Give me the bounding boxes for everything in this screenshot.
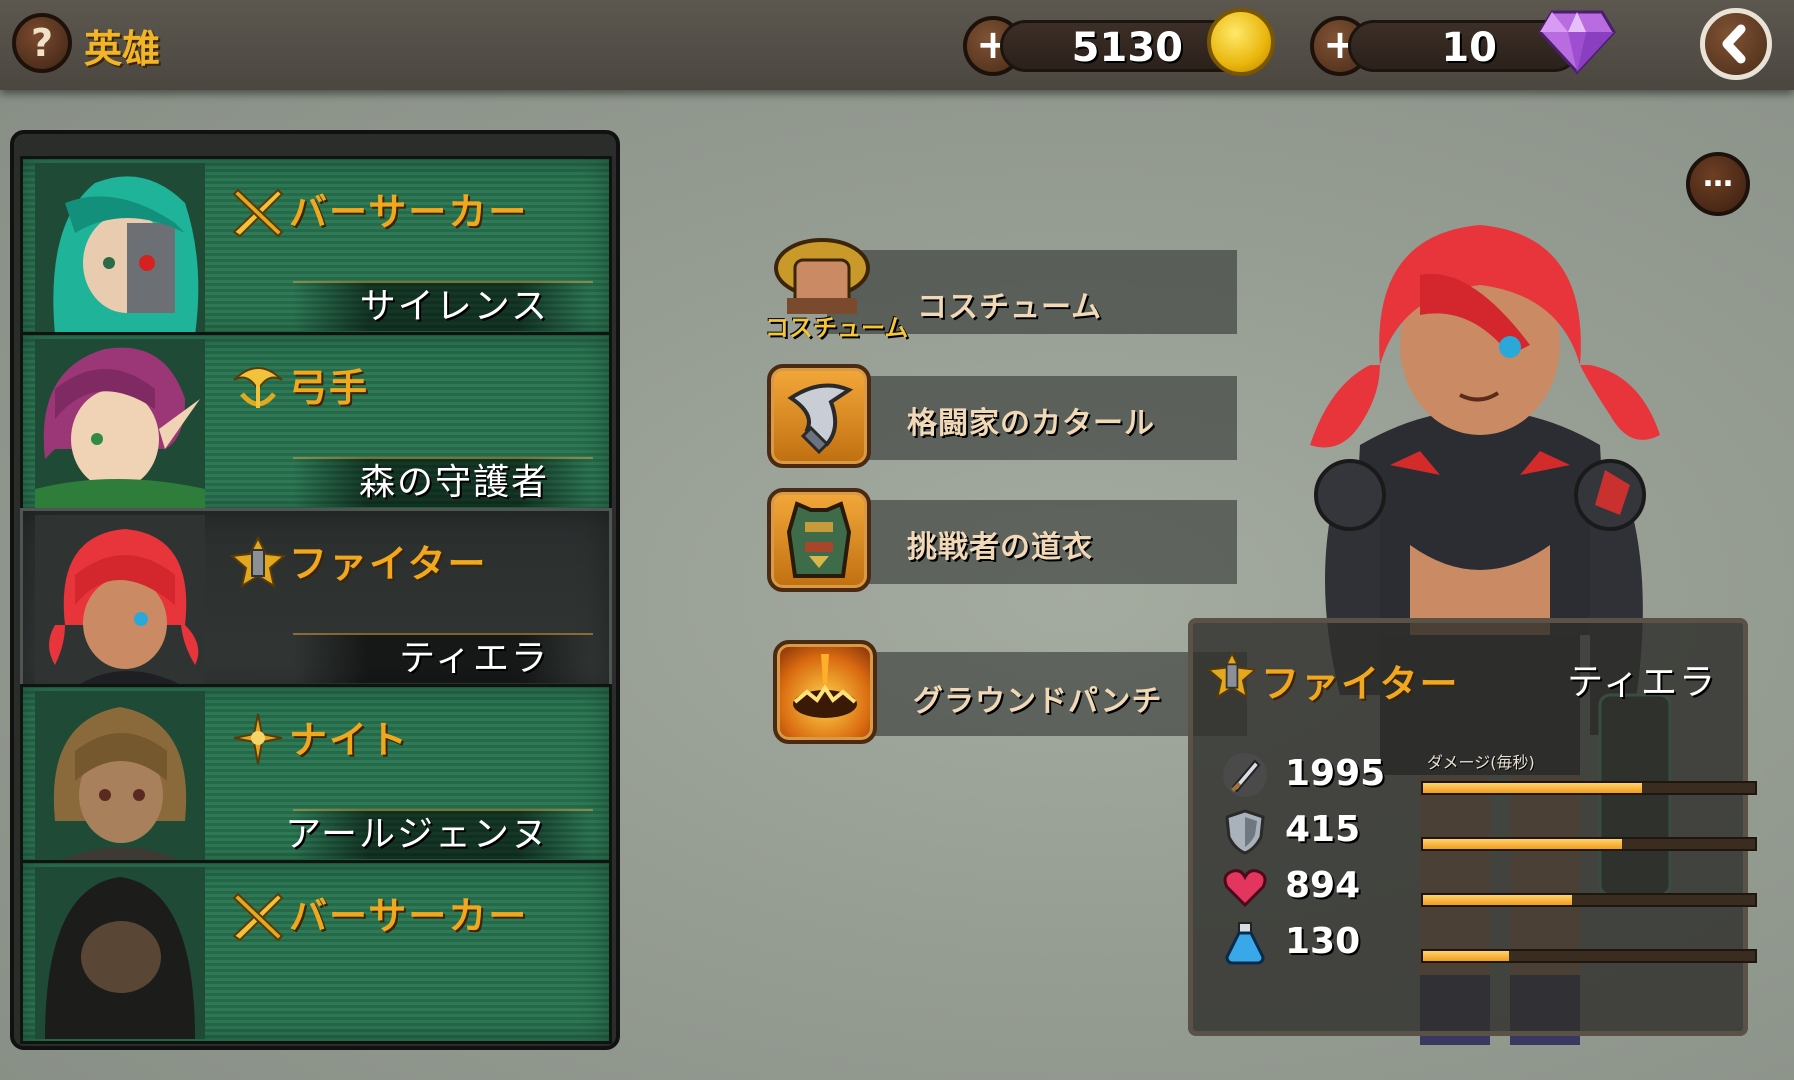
stat-value: 415: [1285, 809, 1361, 850]
equip-label: 格闘家のカタール: [907, 406, 1155, 441]
hero-name: 森の守護者: [358, 462, 549, 503]
ground-punch-skill-icon: [773, 640, 877, 744]
hero-stats-panel: ファイター ティエラ 1995 ダメージ(毎秒) 415 894 130: [1188, 618, 1757, 1036]
hero-portrait: [35, 691, 205, 863]
chevron-left-icon: [1722, 24, 1746, 64]
hero-class-label: バーサーカー: [289, 894, 529, 938]
berserker-class-icon: [232, 892, 284, 942]
hero-card[interactable]: バーサーカー サイレンス: [20, 156, 612, 340]
hero-class-label: バーサーカー: [289, 190, 529, 234]
gold-amount: 5130: [1071, 25, 1183, 71]
heart-icon: [1223, 869, 1267, 908]
hero-card[interactable]: バーサーカー: [20, 860, 612, 1044]
page-title: 英雄: [84, 27, 161, 71]
berserker-class-icon: [232, 188, 284, 238]
archer-class-icon: [233, 367, 283, 408]
fighter-class-icon: [229, 536, 287, 589]
hero-class-label: 弓手: [289, 366, 370, 410]
stat-bar: [1421, 837, 1757, 851]
armor-vest-icon: [767, 488, 871, 592]
stat-bar: [1421, 893, 1757, 907]
hero-class-label: ファイター: [289, 542, 488, 586]
shield-icon: [1225, 809, 1265, 855]
equip-label: グラウンドパンチ: [913, 684, 1163, 719]
stat-row-damage: 1995 ダメージ(毎秒): [1221, 747, 1757, 803]
hero-portrait: [35, 339, 205, 511]
sword-icon: [1223, 753, 1267, 797]
hero-list[interactable]: バーサーカー サイレンス 弓手 森の守護者 ファイター ティエラ ナイト アール…: [10, 130, 620, 1050]
stat-bar-fill: [1423, 783, 1643, 793]
hero-name: サイレンス: [359, 286, 549, 327]
costume-caption: コスチューム: [765, 314, 909, 342]
skill-slot[interactable]: グラウンドパンチ: [767, 640, 1247, 744]
hero-card[interactable]: 弓手 森の守護者: [20, 332, 612, 516]
hero-name: アールジェンヌ: [285, 814, 549, 855]
equip-label: コスチューム: [917, 290, 1103, 325]
top-bar: ? 英雄 + 5130 + 10: [0, 0, 1794, 90]
hero-portrait: [35, 867, 205, 1039]
stat-bar-fill: [1423, 895, 1573, 905]
equip-slot-armor[interactable]: 挑戦者の道衣: [767, 488, 1237, 592]
hero-class-label: ナイト: [289, 718, 410, 762]
equip-label: 挑戦者の道衣: [907, 530, 1093, 565]
hero-card[interactable]: ナイト アールジェンヌ: [20, 684, 612, 868]
stat-bar-fill: [1423, 951, 1510, 961]
stat-row-defense: 415: [1221, 803, 1757, 859]
gold-coin-icon: [1207, 8, 1275, 76]
hero-portrait: [35, 163, 205, 335]
equip-slot-costume[interactable]: コスチューム コスチューム: [765, 238, 1237, 342]
more-options-button[interactable]: …: [1686, 152, 1750, 216]
katar-claw-icon: [767, 364, 871, 468]
stat-bar-fill: [1423, 839, 1623, 849]
stat-value: 894: [1285, 865, 1361, 906]
stat-caption: ダメージ(毎秒): [1427, 753, 1535, 772]
knight-class-icon: [233, 713, 283, 765]
fighter-class-icon: [1206, 651, 1258, 699]
gem-icon: [1538, 10, 1616, 74]
hero-portrait: [35, 515, 205, 687]
mana-potion-icon: [1225, 922, 1265, 965]
stat-bar: [1421, 781, 1757, 795]
stat-row-mana: 130: [1221, 915, 1757, 971]
stat-value: 1995: [1285, 753, 1386, 794]
stat-row-hp: 894: [1221, 859, 1757, 915]
hero-name: ティエラ: [399, 638, 549, 679]
stats-class-label: ファイター: [1261, 662, 1460, 706]
back-button[interactable]: [1700, 8, 1772, 80]
stats-hero-name: ティエラ: [1567, 662, 1717, 703]
gem-amount: 10: [1441, 25, 1497, 71]
equip-slot-weapon[interactable]: 格闘家のカタール: [767, 364, 1237, 468]
stat-bar: [1421, 949, 1757, 963]
help-button[interactable]: ?: [12, 13, 72, 73]
stat-value: 130: [1285, 921, 1361, 962]
hero-card-selected[interactable]: ファイター ティエラ: [20, 508, 612, 692]
